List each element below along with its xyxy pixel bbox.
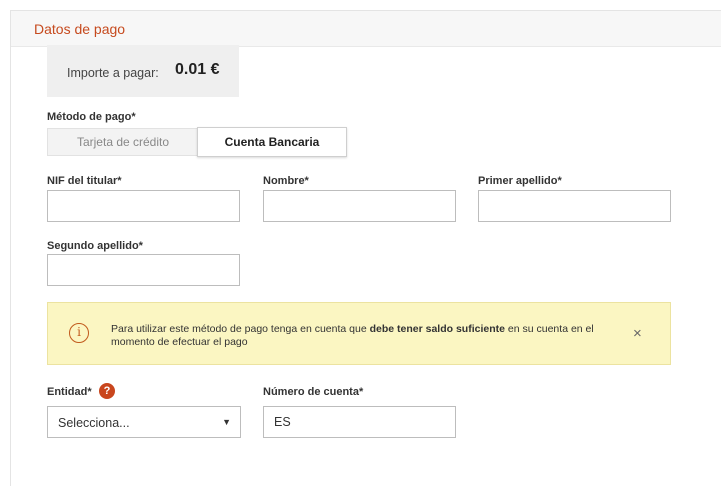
alert-message: Para utilizar este método de pago tenga … bbox=[111, 323, 611, 349]
amount-box: Importe a pagar: 0.01 € bbox=[47, 45, 239, 97]
balance-alert: i Para utilizar este método de pago teng… bbox=[47, 302, 671, 365]
nombre-input[interactable] bbox=[263, 190, 456, 222]
chevron-down-icon: ▼ bbox=[222, 417, 231, 427]
alert-text-bold: debe tener saldo suficiente bbox=[369, 323, 505, 335]
nombre-label: Nombre* bbox=[263, 175, 309, 187]
segundo-apellido-label: Segundo apellido* bbox=[47, 240, 143, 252]
primer-apellido-input[interactable] bbox=[478, 190, 671, 222]
amount-value: 0.01 € bbox=[175, 61, 220, 78]
primer-apellido-label: Primer apellido* bbox=[478, 175, 562, 187]
tab-cuenta-bancaria[interactable]: Cuenta Bancaria bbox=[197, 127, 347, 157]
numero-cuenta-label: Número de cuenta* bbox=[263, 386, 364, 398]
nif-input[interactable] bbox=[47, 190, 240, 222]
tab-tarjeta-credito[interactable]: Tarjeta de crédito bbox=[47, 128, 198, 156]
panel-header: Datos de pago bbox=[11, 11, 721, 47]
segundo-apellido-input[interactable] bbox=[47, 254, 240, 286]
payment-method-label: Método de pago* bbox=[47, 111, 136, 123]
alert-text-start: Para utilizar este método de pago tenga … bbox=[111, 323, 370, 335]
amount-label: Importe a pagar: bbox=[67, 66, 159, 80]
help-icon[interactable]: ? bbox=[99, 383, 115, 399]
close-icon[interactable]: × bbox=[633, 325, 642, 342]
entidad-label: Entidad* bbox=[47, 386, 92, 398]
entidad-select[interactable]: Selecciona... ▼ bbox=[47, 406, 241, 438]
nif-label: NIF del titular* bbox=[47, 175, 122, 187]
numero-cuenta-input[interactable] bbox=[263, 406, 456, 438]
panel-title: Datos de pago bbox=[34, 21, 126, 37]
entidad-selected-value: Selecciona... bbox=[58, 416, 130, 430]
info-icon: i bbox=[69, 323, 89, 343]
